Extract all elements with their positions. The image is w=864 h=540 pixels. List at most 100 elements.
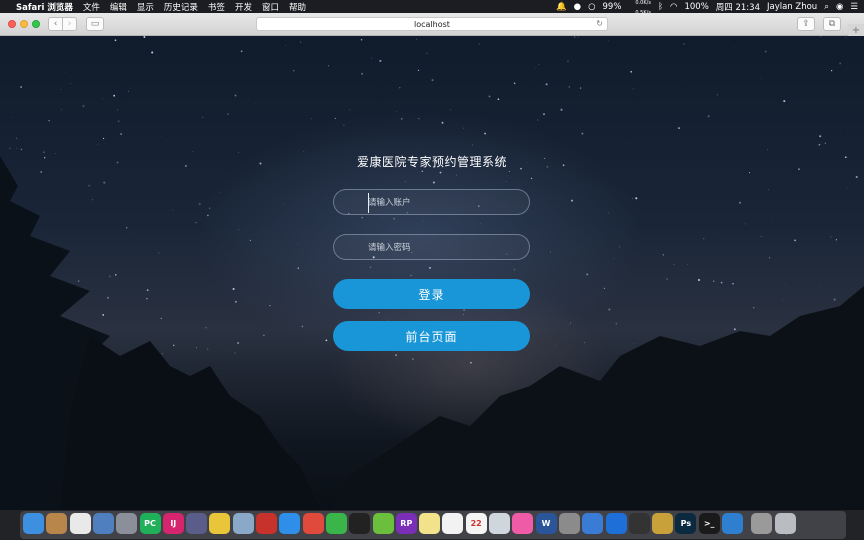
textedit-icon[interactable] <box>442 513 464 534</box>
sublime-icon[interactable] <box>186 513 208 534</box>
star <box>429 266 431 269</box>
star <box>530 177 533 180</box>
forward-button[interactable]: › <box>62 17 77 31</box>
menu-edit[interactable]: 编辑 <box>110 1 127 13</box>
menu-bookmarks[interactable]: 书签 <box>208 1 225 13</box>
axure-rp-icon[interactable]: RP <box>395 513 417 534</box>
bluetooth-icon[interactable]: ᛒ <box>658 2 663 12</box>
menu-help[interactable]: 帮助 <box>289 1 306 13</box>
star <box>577 36 579 38</box>
share-icon[interactable]: ⇪ <box>797 17 815 31</box>
siri-icon[interactable]: ◉ <box>836 2 843 12</box>
menu-file[interactable]: 文件 <box>83 1 100 13</box>
music-folder-icon[interactable] <box>751 513 773 534</box>
star <box>537 119 539 121</box>
menu-history[interactable]: 历史记录 <box>164 1 198 13</box>
net-up: 0.0K/s <box>635 0 651 6</box>
menu-develop[interactable]: 开发 <box>235 1 252 13</box>
star <box>450 109 451 111</box>
star <box>103 181 106 184</box>
launchpad-icon[interactable] <box>116 513 138 534</box>
minimize-window-button[interactable] <box>20 20 28 28</box>
wechat-status-icon[interactable]: ● <box>574 2 581 12</box>
battery-percent: 99% <box>602 1 622 12</box>
image-viewer-icon[interactable] <box>489 513 510 534</box>
password-placeholder: 请输入密码 <box>368 243 411 253</box>
menu-window[interactable]: 窗口 <box>262 1 279 13</box>
clock[interactable]: 周四 21:34 <box>716 1 760 13</box>
calendar-icon[interactable]: 22 <box>465 513 487 534</box>
star <box>207 214 209 217</box>
star <box>205 327 207 329</box>
star <box>818 143 821 146</box>
itunes-icon[interactable] <box>512 513 534 534</box>
maps-icon[interactable] <box>372 513 394 534</box>
user-name[interactable]: Jaylan Zhou <box>767 2 817 12</box>
star <box>839 129 841 131</box>
redis-icon[interactable] <box>256 513 277 534</box>
intellij-icon[interactable]: IJ <box>162 513 184 534</box>
star <box>146 289 149 291</box>
star <box>343 124 345 127</box>
sync-status-icon[interactable]: ○ <box>588 2 595 12</box>
star <box>310 118 312 120</box>
system-preferences-icon[interactable] <box>558 513 580 534</box>
star <box>195 221 197 224</box>
wechat-icon[interactable] <box>325 513 347 534</box>
front-page-button[interactable]: 前台页面 <box>333 321 530 351</box>
baidu-netdisk-icon[interactable] <box>582 513 604 534</box>
star <box>213 284 214 286</box>
preview-icon[interactable] <box>92 513 114 534</box>
menu-app-name[interactable]: Safari 浏览器 <box>16 1 73 13</box>
word-icon[interactable]: W <box>535 513 557 534</box>
trash-icon[interactable] <box>774 513 796 534</box>
notification-center-icon[interactable]: ☰ <box>850 2 858 12</box>
star <box>48 120 50 122</box>
star <box>543 113 545 116</box>
photos-icon[interactable] <box>69 513 91 534</box>
teamviewer-icon[interactable] <box>605 513 627 534</box>
pycharm-icon[interactable]: PC <box>139 513 161 534</box>
spotlight-icon[interactable]: ⌕ <box>824 2 829 12</box>
edge-icon[interactable] <box>722 513 743 534</box>
sketch-icon[interactable] <box>652 513 674 534</box>
terminal-icon[interactable]: >_ <box>698 513 720 534</box>
star <box>297 267 299 269</box>
address-bar[interactable]: localhost ↻ <box>256 17 608 31</box>
star <box>630 70 633 73</box>
tabs-overview-icon[interactable]: ⧉ <box>823 17 841 31</box>
zoom-window-button[interactable] <box>32 20 40 28</box>
login-button[interactable]: 登录 <box>333 279 530 309</box>
wifi-icon[interactable]: ◠ <box>670 2 677 12</box>
photoshop-icon[interactable]: Ps <box>675 513 697 534</box>
notification-icon[interactable]: 🔔 <box>556 2 567 12</box>
star <box>538 63 540 66</box>
screen-icon[interactable] <box>302 513 324 534</box>
qq-2-icon[interactable] <box>628 513 650 534</box>
database-icon[interactable] <box>232 513 254 534</box>
star <box>463 313 465 315</box>
star <box>252 76 254 78</box>
username-input[interactable]: 请输入账户 <box>333 189 530 215</box>
star <box>192 151 194 152</box>
finder-icon[interactable] <box>23 513 44 534</box>
star <box>635 197 638 200</box>
notes-book-icon[interactable] <box>46 513 68 534</box>
star <box>60 89 62 90</box>
new-tab-icon[interactable]: + <box>848 24 864 36</box>
star <box>733 328 736 331</box>
password-input[interactable]: 请输入密码 <box>333 234 530 260</box>
star <box>114 39 117 42</box>
menu-view[interactable]: 显示 <box>137 1 154 13</box>
reload-icon[interactable]: ↻ <box>596 19 603 28</box>
sidebar-toggle-icon[interactable]: ▭ <box>86 17 104 31</box>
sequel-icon[interactable] <box>209 513 231 534</box>
star <box>240 50 243 53</box>
safari-icon[interactable] <box>279 513 301 534</box>
star <box>418 118 420 120</box>
close-window-button[interactable] <box>8 20 16 28</box>
back-button[interactable]: ‹ <box>48 17 63 31</box>
qq-icon[interactable] <box>349 513 371 534</box>
login-page: 爱康医院专家预约管理系统 请输入账户 请输入密码 登录 前台页面 <box>0 36 864 510</box>
stickies-icon[interactable] <box>419 513 441 534</box>
